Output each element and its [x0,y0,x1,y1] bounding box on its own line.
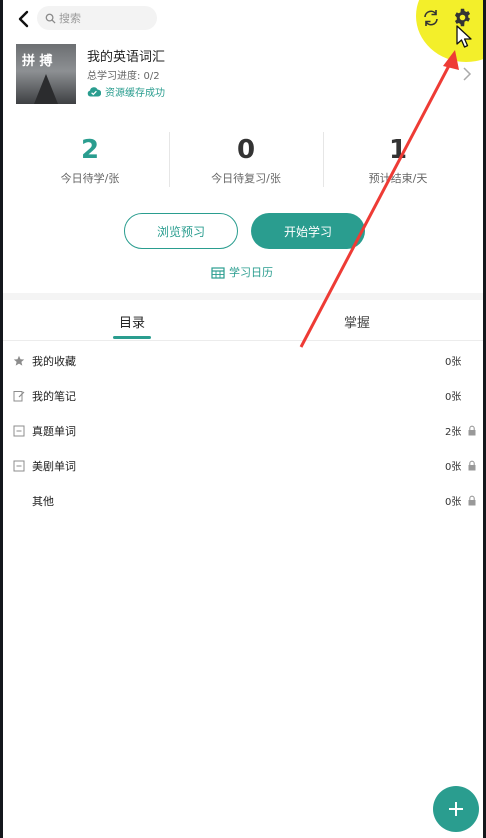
stat-days-left: 1 预计结束/天 [323,134,473,186]
stat-value: 1 [388,135,408,165]
tab-divider [3,340,483,341]
cache-status: 资源缓存成功 [87,84,165,99]
catalog-item-name: 其他 [32,495,54,508]
catalog-item-name: 真题单词 [32,425,76,438]
book-cover[interactable]: 拼 搏 [16,44,76,104]
book-progress: 总学习进度: 0/2 [87,71,160,82]
tab-catalog[interactable]: 目录 [119,312,145,331]
catalog-item-count: 2张 [445,427,462,438]
catalog-item-notes[interactable]: 我的笔记 0张 [3,382,483,412]
stat-value: 2 [80,135,100,165]
calendar-icon [211,266,225,279]
app-screen: 搜索 拼 搏 我的英语词汇 总学习进度: 0/2 资源缓存成功 2 今日待学/张… [3,0,483,838]
plus-icon [449,802,463,816]
catalog-item-favorites[interactable]: 我的收藏 0张 [3,347,483,377]
note-icon [13,391,25,402]
sync-icon[interactable] [421,8,441,28]
divider [169,132,170,187]
lock-icon [468,460,476,471]
cloud-check-icon [87,87,101,97]
cover-road-image [34,74,58,104]
browse-preview-button[interactable]: 浏览预习 [124,213,238,249]
star-icon [13,355,25,366]
study-calendar-link[interactable]: 学习日历 [211,264,273,280]
stat-label: 预计结束/天 [368,172,428,185]
catalog-item-exam-words[interactable]: 真题单词 2张 [3,417,483,447]
start-learning-button[interactable]: 开始学习 [251,213,365,249]
search-placeholder: 搜索 [59,12,81,25]
catalog-item-name: 我的收藏 [32,355,76,368]
catalog-item-other[interactable]: 其他 0张 [3,487,483,517]
stat-today-new: 2 今日待学/张 [15,134,165,186]
stat-label: 今日待复习/张 [211,172,281,185]
stat-today-review: 0 今日待复习/张 [171,134,321,186]
cache-status-label: 资源缓存成功 [105,88,165,99]
collapse-icon[interactable] [13,425,25,437]
study-calendar-label: 学习日历 [229,266,273,279]
tab-mastered[interactable]: 掌握 [344,312,370,331]
search-icon [45,13,56,24]
cover-title: 拼 搏 [22,54,53,69]
catalog-item-count: 0张 [445,462,462,473]
section-separator [3,293,483,300]
book-title: 我的英语词汇 [87,50,166,65]
catalog-item-count: 0张 [445,392,462,403]
catalog-item-tv-words[interactable]: 美剧单词 0张 [3,452,483,482]
chevron-right-icon[interactable] [461,66,473,82]
mouse-cursor-icon [456,25,472,48]
active-tab-indicator [113,336,151,339]
lock-icon [468,425,476,436]
back-icon[interactable] [13,8,35,30]
catalog-item-count: 0张 [445,497,462,508]
search-input[interactable]: 搜索 [37,6,157,30]
collapse-icon[interactable] [13,460,25,472]
add-button[interactable] [433,786,479,832]
catalog-item-name: 我的笔记 [32,390,76,403]
catalog-item-count: 0张 [445,357,462,368]
catalog-item-name: 美剧单词 [32,460,76,473]
stat-value: 0 [236,135,256,165]
stat-label: 今日待学/张 [60,172,120,185]
lock-icon [468,495,476,506]
